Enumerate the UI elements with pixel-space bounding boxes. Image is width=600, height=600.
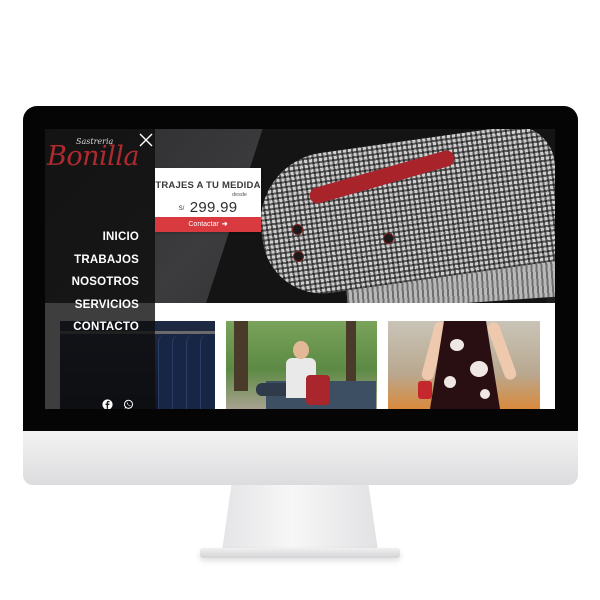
promo-title: TRAJES A TU MEDIDA xyxy=(155,180,261,191)
main-nav: INICIO TRABAJOS NOSOTROS SERVICIOS CONTA… xyxy=(72,230,139,343)
facebook-icon[interactable] xyxy=(102,399,113,409)
promo-price: 299.99 xyxy=(189,199,238,216)
menu-item-trabajos[interactable]: TRABAJOS xyxy=(72,253,139,276)
menu-item-contacto[interactable]: CONTACTO xyxy=(72,320,139,343)
backpack-image xyxy=(306,375,330,405)
monitor-stand xyxy=(222,485,378,551)
tree-image xyxy=(234,321,248,391)
close-icon[interactable] xyxy=(137,131,155,149)
arrow-right-icon: ➜ xyxy=(221,221,228,228)
menu-item-inicio[interactable]: INICIO xyxy=(72,230,139,253)
brand-logo[interactable]: Sastreria Bonilla xyxy=(47,136,140,178)
flower-print xyxy=(470,361,488,377)
shirt-button-image xyxy=(292,224,303,235)
contact-button[interactable]: Contactar ➜ xyxy=(155,217,261,232)
whatsapp-icon[interactable] xyxy=(123,399,134,409)
menu-item-nosotros[interactable]: NOSOTROS xyxy=(72,275,139,298)
monitor-chin xyxy=(23,431,578,485)
promo-desde-label: desde xyxy=(232,192,247,198)
gallery-tile-portrait[interactable] xyxy=(226,321,377,409)
promo-price-row: S/ 299.99 xyxy=(155,199,261,217)
person-head-image xyxy=(293,341,309,359)
logo-script-text: Bonilla xyxy=(47,141,140,172)
red-shoe-image xyxy=(418,381,432,399)
monitor-stand-base xyxy=(200,548,400,558)
shirt-button-image xyxy=(383,233,394,244)
suit-image xyxy=(200,334,215,409)
contact-button-label: Contactar xyxy=(188,221,219,228)
menu-item-servicios[interactable]: SERVICIOS xyxy=(72,298,139,321)
gallery-tile-dress[interactable] xyxy=(388,321,540,409)
website-screen: TRAJES A TU MEDIDA desde S/ 299.99 Conta… xyxy=(45,129,555,409)
shirt-button-image xyxy=(293,251,304,262)
flower-print xyxy=(450,339,464,351)
sidebar-menu: Sastreria Bonilla INICIO TRABAJOS NOSOTR… xyxy=(45,129,155,409)
flower-print xyxy=(480,389,490,399)
flower-print xyxy=(444,376,456,388)
promo-currency: S/ xyxy=(178,206,185,212)
